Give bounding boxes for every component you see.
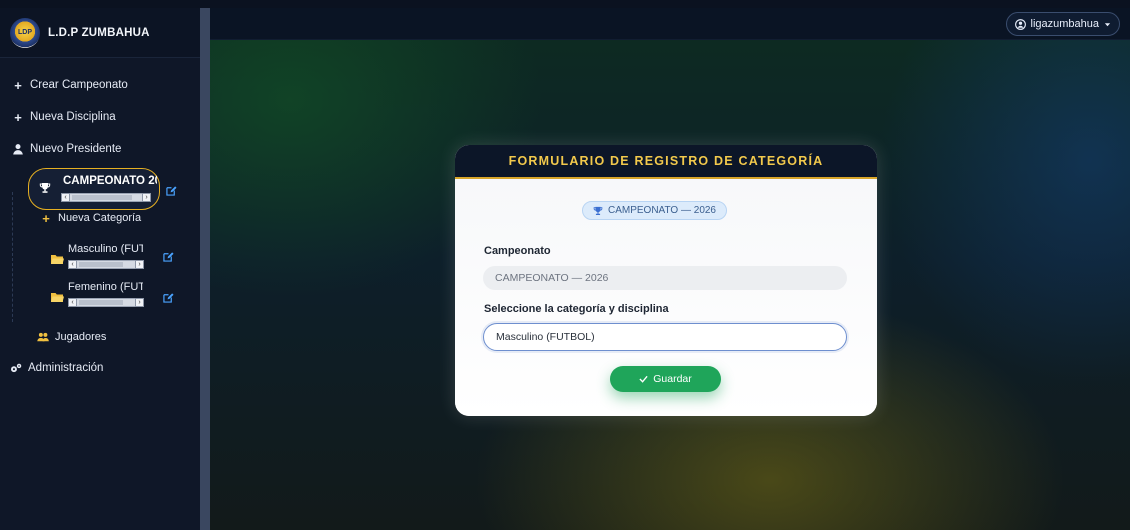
campeonato-badge: CAMPEONATO — 2026 — [582, 201, 727, 220]
scroll-thumb[interactable] — [79, 300, 123, 305]
sidebar-scrollbar[interactable] — [200, 8, 210, 530]
tree-guide-line — [12, 192, 13, 322]
sidebar-item-jugadores[interactable]: Jugadores — [37, 331, 106, 343]
edit-icon[interactable] — [163, 251, 174, 262]
campeonato-field: CAMPEONATO — 2026 — [483, 266, 847, 290]
plus-icon: + — [14, 77, 22, 93]
card-body: CAMPEONATO — 2026 Campeonato CAMPEONATO … — [455, 179, 877, 416]
user-menu[interactable]: ligazumbahua — [1005, 12, 1120, 36]
user-name: ligazumbahua — [1030, 18, 1100, 30]
campeonato-label: CAMPEONATO 2026 — [63, 175, 157, 187]
sidebar-item-crear-campeonato[interactable]: + Crear Campeonato — [12, 77, 128, 93]
sidebar-item-nueva-categoria[interactable]: + Nueva Categoría — [40, 210, 142, 226]
femenino-scrollbar[interactable]: ‹ › — [68, 298, 144, 307]
users-icon — [37, 332, 49, 342]
scroll-left-arrow[interactable]: ‹ — [68, 298, 77, 307]
sidebar-item-label: Nueva Categoría — [58, 212, 142, 224]
caret-down-icon — [1104, 22, 1111, 26]
sidebar-item-femenino[interactable]: Femenino (FUTBOL) — [68, 281, 143, 293]
sidebar-item-label: Nuevo Presidente — [30, 143, 122, 155]
trophy-icon — [593, 206, 603, 215]
brand-name: L.D.P ZUMBAHUA — [48, 26, 150, 39]
trophy-icon — [39, 183, 51, 193]
scroll-left-arrow[interactable]: ‹ — [68, 260, 77, 269]
sidebar-item-label: Jugadores — [55, 331, 107, 343]
brand[interactable]: LDP L.D.P ZUMBAHUA — [0, 8, 200, 58]
edit-icon[interactable] — [166, 185, 177, 196]
scroll-right-arrow[interactable]: › — [135, 260, 144, 269]
scroll-thumb[interactable] — [72, 195, 132, 200]
logo-text: LDP — [18, 29, 32, 36]
cogs-icon — [11, 363, 22, 373]
scroll-thumb[interactable] — [79, 262, 123, 267]
scroll-right-arrow[interactable]: › — [135, 298, 144, 307]
save-button[interactable]: Guardar — [610, 366, 721, 392]
app-root: ligazumbahua LDP L.D.P ZUMBAHUA + Crear … — [0, 0, 1130, 530]
registration-card: FORMULARIO DE REGISTRO DE CATEGORÍA CAMP… — [455, 145, 877, 416]
scroll-left-arrow[interactable]: ‹ — [61, 193, 70, 202]
categoria-field-label: Seleccione la categoría y disciplina — [484, 303, 669, 315]
league-logo: LDP — [10, 17, 40, 48]
badge-text: CAMPEONATO — 2026 — [608, 205, 716, 216]
campeonato-scrollbar[interactable]: ‹ › — [61, 193, 151, 202]
sidebar-item-label: Crear Campeonato — [30, 79, 128, 91]
sidebar-item-administracion[interactable]: Administración — [10, 362, 103, 374]
sidebar-item-label: Administración — [28, 362, 104, 374]
scroll-right-arrow[interactable]: › — [142, 193, 151, 202]
sidebar-item-masculino[interactable]: Masculino (FUTBOL) — [68, 243, 143, 255]
card-title: FORMULARIO DE REGISTRO DE CATEGORÍA — [508, 154, 824, 168]
sidebar-item-nueva-disciplina[interactable]: + Nueva Disciplina — [12, 109, 116, 125]
sidebar: LDP L.D.P ZUMBAHUA + Crear Campeonato + … — [0, 8, 200, 530]
sidebar-item-campeonato[interactable]: CAMPEONATO 2026 ‹ › — [28, 168, 160, 210]
categoria-select[interactable]: Masculino (FUTBOL) — [483, 323, 847, 351]
edit-icon[interactable] — [163, 292, 174, 303]
card-header: FORMULARIO DE REGISTRO DE CATEGORÍA — [455, 145, 877, 179]
top-bar: ligazumbahua — [200, 8, 1130, 40]
campeonato-field-label: Campeonato — [484, 245, 551, 257]
user-icon — [13, 144, 23, 155]
check-icon — [639, 375, 648, 383]
user-circle-icon — [1014, 18, 1026, 30]
sidebar-item-label: Nueva Disciplina — [30, 111, 116, 123]
folder-icon — [51, 293, 64, 302]
plus-icon: + — [42, 210, 50, 226]
sidebar-item-nuevo-presidente[interactable]: Nuevo Presidente — [12, 143, 121, 155]
save-button-label: Guardar — [653, 373, 692, 385]
masculino-scrollbar[interactable]: ‹ › — [68, 260, 144, 269]
plus-icon: + — [14, 109, 22, 125]
folder-icon — [51, 255, 64, 264]
